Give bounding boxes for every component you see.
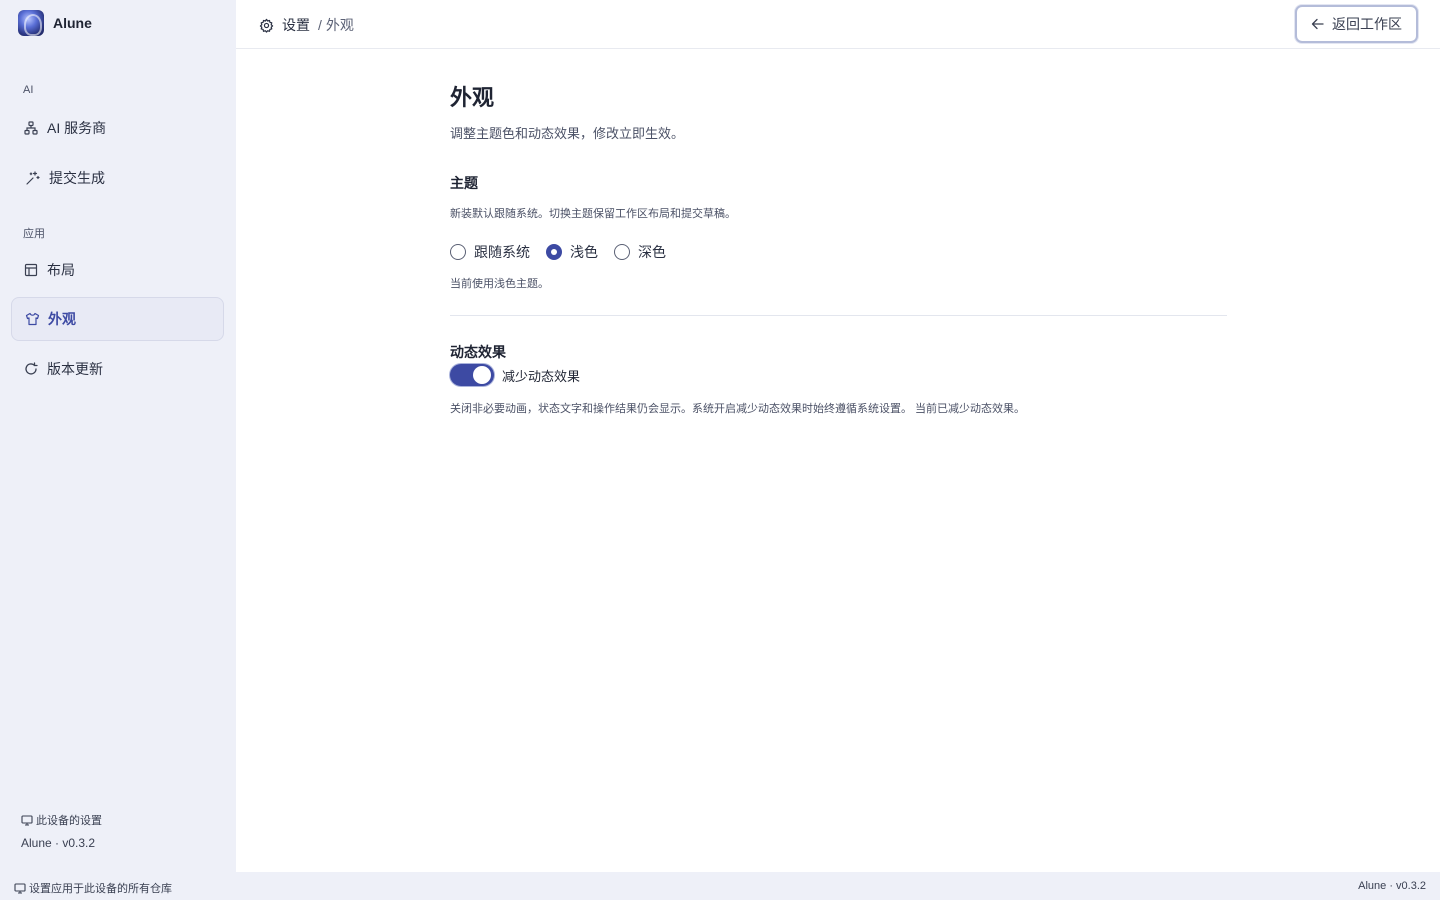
refresh-icon [23, 361, 39, 377]
page-description: 调整主题色和动态效果，修改立即生效。 [450, 126, 685, 141]
sidebar-item-label: 提交生成 [49, 170, 105, 186]
sidebar-item-label: AI 服务商 [47, 120, 107, 136]
app-name: Alune [53, 15, 92, 31]
sparkle-icon [25, 170, 41, 186]
reduce-motion-label[interactable]: 减少动态效果 [502, 366, 580, 385]
reduce-motion-toggle[interactable] [450, 364, 494, 386]
gear-icon [259, 18, 274, 33]
section-label-ai: AI [23, 84, 34, 96]
motion-note: 关闭非必要动画，状态文字和操作结果仍会显示。系统开启减少动态效果时始终遵循系统设… [450, 403, 1026, 415]
radio-label: 跟随系统 [474, 244, 530, 260]
sidebar-item-label: 布局 [47, 262, 75, 278]
layout-icon [23, 262, 39, 278]
theme-title: 主题 [450, 175, 478, 191]
sidebar-item-label: 外观 [48, 311, 76, 327]
appearance-settings: 外观 调整主题色和动态效果，修改立即生效。 主题 新装默认跟随系统。切换主题保留… [450, 80, 1227, 415]
motion-section: 动态效果 减少动态效果 关闭非必要动画，状态文字和操作结果仍会显示。系统开启减少… [450, 342, 1227, 416]
radio-circle[interactable] [546, 244, 562, 260]
shirt-icon [24, 311, 40, 327]
breadcrumb-separator: / [318, 17, 322, 33]
sidebar-item-ai-providers[interactable]: AI 服务商 [11, 106, 224, 150]
section-divider [450, 315, 1227, 316]
status-version: Alune · v0.3.2 [1358, 880, 1426, 892]
theme-radio-group: 跟随系统 浅色 深色 [450, 242, 1227, 262]
radio-circle[interactable] [614, 244, 630, 260]
sidebar-item-label: 版本更新 [47, 361, 103, 377]
alune-logo-icon [18, 10, 44, 36]
toggle-knob [473, 366, 491, 384]
sidebar: Alune AI AI 服务商 提交生成 应用 布局 外观 版本更新 此设备的设… [0, 0, 236, 872]
radio-label: 浅色 [570, 244, 598, 260]
motion-title: 动态效果 [450, 344, 506, 360]
reduce-motion-row: 减少动态效果 [450, 364, 1227, 386]
brand[interactable]: Alune [18, 10, 92, 36]
status-scope-text: 设置应用于此设备的所有仓库 [29, 883, 172, 895]
breadcrumb-current: 外观 [325, 17, 354, 33]
theme-option-light[interactable]: 浅色 [546, 242, 598, 262]
breadcrumb: 设置 / 外观 [259, 15, 354, 35]
theme-section: 主题 新装默认跟随系统。切换主题保留工作区布局和提交草稿。 跟随系统 浅色 深色… [450, 173, 1227, 291]
theme-description: 新装默认跟随系统。切换主题保留工作区布局和提交草稿。 [450, 208, 736, 220]
network-icon [23, 120, 39, 136]
sidebar-item-appearance[interactable]: 外观 [11, 297, 224, 341]
sidebar-item-commit-generation[interactable]: 提交生成 [11, 156, 224, 200]
theme-current-note: 当前使用浅色主题。 [450, 278, 549, 290]
arrow-left-icon [1311, 18, 1324, 30]
monitor-icon [14, 882, 26, 894]
top-bar: 设置 / 外观 返回工作区 [236, 0, 1440, 49]
sidebar-version: Alune · v0.3.2 [21, 836, 96, 850]
theme-option-dark[interactable]: 深色 [614, 242, 666, 262]
radio-circle[interactable] [450, 244, 466, 260]
breadcrumb-settings-link[interactable]: 设置 [282, 15, 310, 35]
page-title: 外观 [450, 85, 495, 110]
device-settings-label: 此设备的设置 [21, 812, 102, 828]
section-label-app: 应用 [23, 228, 45, 240]
radio-label: 深色 [638, 244, 666, 260]
device-settings-text: 此设备的设置 [36, 815, 102, 827]
status-bar: 设置应用于此设备的所有仓库 Alune · v0.3.2 [0, 872, 1440, 900]
status-scope: 设置应用于此设备的所有仓库 [14, 880, 172, 896]
monitor-icon [21, 814, 33, 826]
back-button-label: 返回工作区 [1332, 16, 1402, 32]
back-to-workspace-button[interactable]: 返回工作区 [1295, 5, 1418, 43]
sidebar-item-layout[interactable]: 布局 [11, 248, 224, 292]
sidebar-item-updates[interactable]: 版本更新 [11, 347, 224, 391]
theme-option-system[interactable]: 跟随系统 [450, 242, 530, 262]
